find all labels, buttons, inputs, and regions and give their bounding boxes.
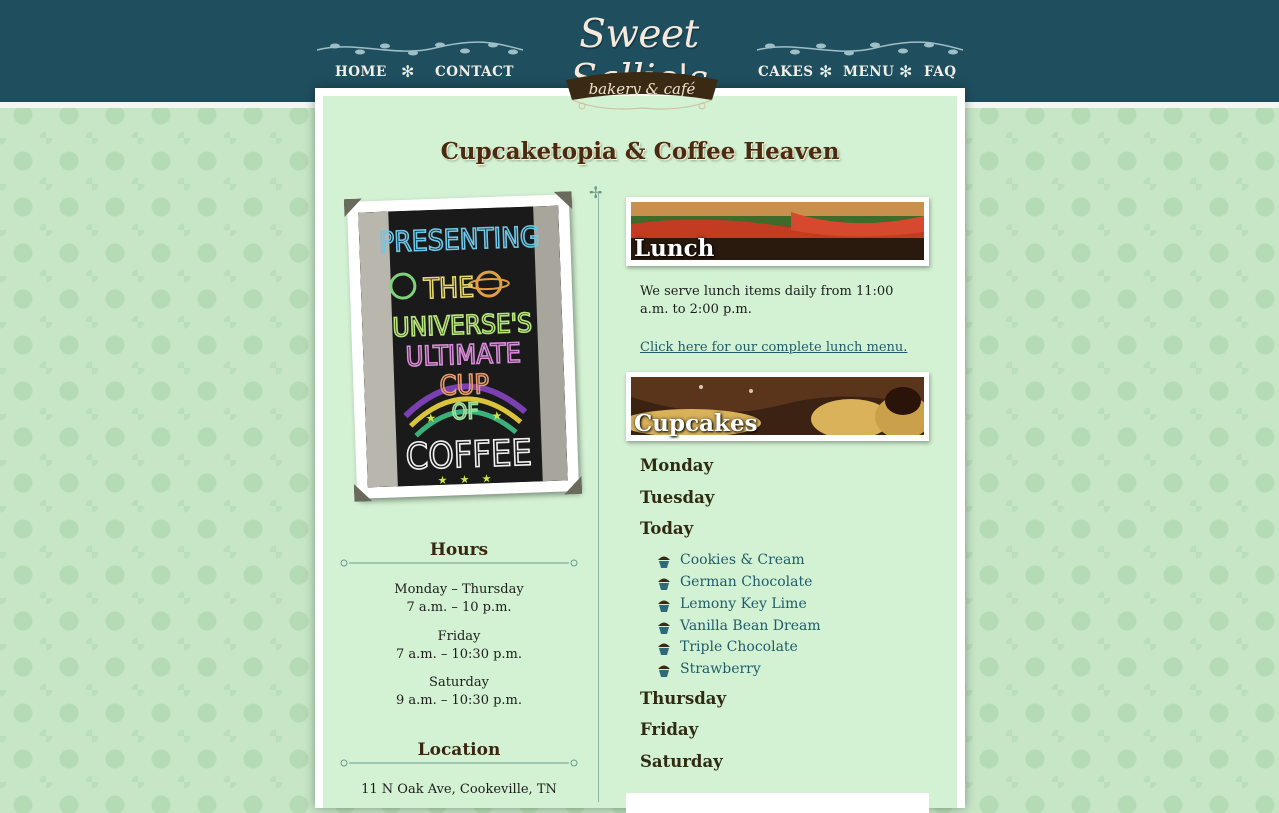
cupcakes-banner-label: Cupcakes	[634, 410, 758, 437]
cupcake-icon	[658, 665, 670, 677]
chalkboard-art: PRESENTING THE UNIVERSE'S ULTIMATE CUP O…	[358, 205, 568, 488]
hours-heading: Hours	[429, 540, 489, 560]
nav-separator-icon: ✻	[899, 62, 913, 81]
svg-text:★: ★	[481, 472, 491, 485]
location-divider	[340, 759, 578, 767]
column-divider	[598, 192, 599, 802]
day-friday[interactable]: Friday	[640, 720, 698, 739]
flavor-name: German Chocolate	[680, 574, 813, 590]
location-address: 11 N Oak Ave, Cookeville, TN	[361, 782, 557, 797]
day-thursday[interactable]: Thursday	[640, 689, 726, 708]
hours-days: Friday	[437, 629, 481, 644]
vine-ornament-left	[316, 41, 524, 56]
day-monday[interactable]: Monday	[640, 456, 713, 475]
day-today[interactable]: Today	[640, 519, 693, 538]
hours-days: Saturday	[429, 675, 489, 690]
logo-tagline: bakery & café	[588, 80, 696, 98]
lunch-menu-link[interactable]: Click here for our complete lunch menu.	[640, 339, 907, 357]
location-heading: Location	[417, 740, 501, 760]
nav-separator-icon: ✻	[819, 62, 833, 81]
chalk-line-5: CUP	[439, 369, 489, 402]
flavor-name: Strawberry	[680, 661, 761, 677]
chalk-line-4: ULTIMATE	[405, 338, 521, 373]
page-title: Cupcaketopia & Coffee Heaven	[440, 138, 840, 165]
flavor-name: Triple Chocolate	[680, 639, 798, 655]
chalk-line-2: THE	[422, 271, 474, 306]
hours-days: Monday – Thursday	[394, 582, 524, 597]
nav-menu[interactable]: MENU	[843, 64, 894, 80]
nav-cakes[interactable]: CAKES	[758, 64, 814, 80]
chalkboard-image: PRESENTING THE UNIVERSE'S ULTIMATE CUP O…	[358, 205, 568, 488]
next-section-banner	[626, 793, 929, 813]
flavor-name: Cookies & Cream	[680, 552, 805, 568]
lunch-description: We serve lunch items daily from 11:00 a.…	[640, 284, 894, 317]
hours-time: 9 a.m. – 10:30 p.m.	[395, 693, 523, 708]
vine-ornament-right	[756, 41, 964, 56]
chalk-line-6: OF	[451, 399, 479, 425]
svg-text:★: ★	[425, 411, 436, 425]
hours-divider	[340, 559, 578, 567]
nav-contact[interactable]: CONTACT	[435, 64, 514, 80]
lunch-banner-label: Lunch	[634, 235, 715, 262]
cupcake-icon	[658, 622, 670, 634]
chalkboard-photo: PRESENTING THE UNIVERSE'S ULTIMATE CUP O…	[347, 194, 579, 499]
chalk-line-1: PRESENTING	[378, 220, 540, 259]
chalk-line-7: COFFEE	[405, 433, 533, 478]
cupcakes-banner[interactable]: Cupcakes	[626, 372, 929, 441]
cupcake-icon	[658, 556, 670, 568]
flavor-name: Lemony Key Lime	[680, 596, 807, 612]
lunch-banner[interactable]: Lunch	[626, 197, 929, 266]
svg-text:★: ★	[437, 474, 447, 487]
flavor-name: Vanilla Bean Dream	[680, 618, 821, 634]
nav-separator-icon: ✻	[401, 62, 415, 81]
hours-time: 7 a.m. – 10 p.m.	[406, 600, 512, 615]
day-saturday[interactable]: Saturday	[640, 752, 723, 771]
svg-text:★: ★	[459, 473, 469, 486]
cupcake-icon	[658, 600, 670, 612]
cupcake-icon	[658, 643, 670, 655]
hours-time: 7 a.m. – 10:30 p.m.	[395, 647, 523, 662]
cupcake-icon	[658, 578, 670, 590]
svg-text:★: ★	[491, 409, 502, 423]
nav-faq[interactable]: FAQ	[924, 64, 957, 80]
divider-ornament-icon: ✢	[589, 183, 603, 202]
nav-home[interactable]: HOME	[335, 64, 387, 80]
day-tuesday[interactable]: Tuesday	[640, 488, 714, 507]
